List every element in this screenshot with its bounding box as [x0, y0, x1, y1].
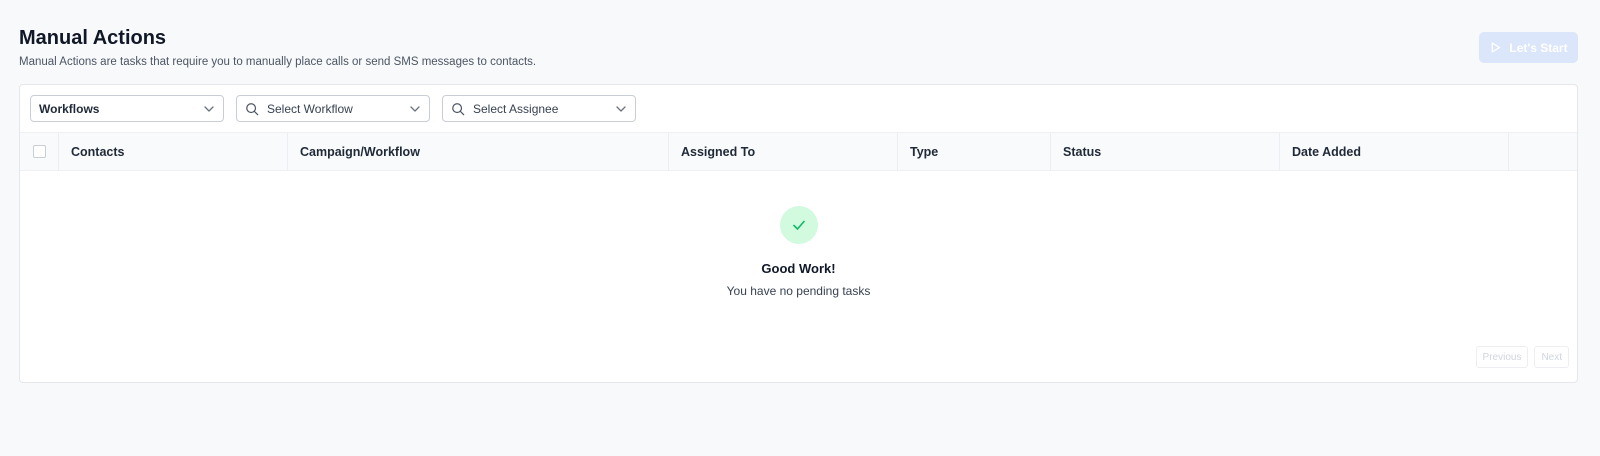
check-icon [792, 220, 805, 230]
previous-page-button[interactable]: Previous [1475, 346, 1529, 368]
column-header-type[interactable]: Type [898, 133, 1051, 170]
select-assignee-input[interactable]: Select Assignee [442, 95, 636, 122]
chevron-down-icon [410, 106, 420, 112]
empty-state-message: You have no pending tasks [726, 284, 871, 298]
select-all-checkbox[interactable] [33, 145, 46, 158]
lets-start-label: Let's Start [1509, 40, 1568, 55]
manual-actions-card: Workflows Select Workflow Select Assigne… [19, 84, 1578, 383]
lets-start-button[interactable]: Let's Start [1479, 32, 1578, 63]
workflows-select[interactable]: Workflows [30, 95, 224, 122]
column-header-assigned-to[interactable]: Assigned To [669, 133, 898, 170]
search-icon [452, 102, 465, 115]
empty-state-title: Good Work! [761, 261, 836, 276]
select-workflow-input[interactable]: Select Workflow [236, 95, 430, 122]
play-icon [1491, 42, 1501, 53]
next-page-button[interactable]: Next [1534, 346, 1569, 368]
chevron-down-icon [204, 106, 214, 112]
select-all-cell [20, 133, 59, 170]
page-header: Manual Actions Manual Actions are tasks … [19, 26, 536, 69]
search-icon [246, 102, 259, 115]
pagination: Previous Next [1475, 346, 1569, 368]
manual-actions-page: Manual Actions Manual Actions are tasks … [0, 0, 1600, 456]
filters-bar: Workflows Select Workflow Select Assigne… [30, 95, 636, 122]
chevron-down-icon [616, 106, 626, 112]
page-subtitle: Manual Actions are tasks that require yo… [19, 56, 537, 68]
select-workflow-placeholder: Select Workflow [267, 101, 353, 116]
page-title: Manual Actions [19, 27, 167, 49]
success-badge [779, 206, 818, 244]
column-header-campaign-workflow[interactable]: Campaign/Workflow [288, 133, 669, 170]
workflows-select-value: Workflows [39, 101, 100, 116]
column-header-date-added[interactable]: Date Added [1280, 133, 1509, 170]
column-header-actions [1509, 133, 1577, 170]
table-header: Contacts Campaign/Workflow Assigned To T… [20, 132, 1577, 171]
select-assignee-placeholder: Select Assignee [473, 101, 559, 116]
column-header-status[interactable]: Status [1051, 133, 1280, 170]
empty-state: Good Work! You have no pending tasks [20, 206, 1577, 298]
column-header-contacts[interactable]: Contacts [59, 133, 288, 170]
